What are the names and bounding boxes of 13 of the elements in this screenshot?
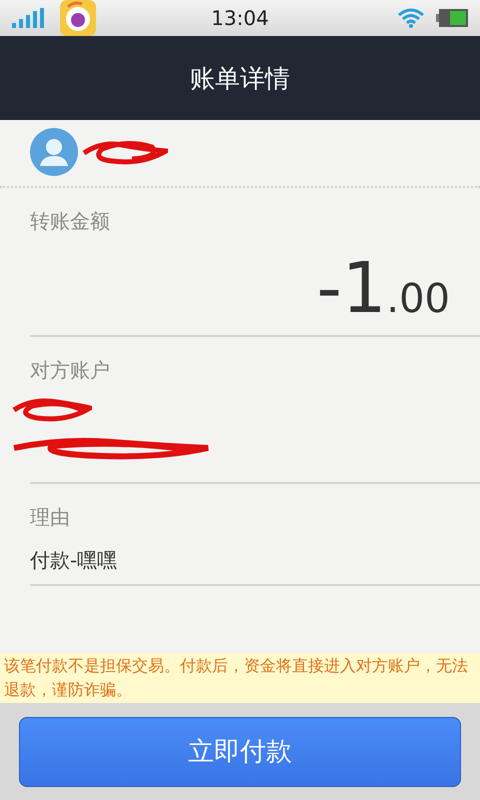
battery-icon bbox=[436, 9, 468, 27]
status-time: 13:04 bbox=[211, 6, 269, 30]
camera-app-icon[interactable] bbox=[60, 0, 96, 36]
field-label: 转账金额 bbox=[30, 208, 111, 235]
amount-value: -1.00 bbox=[316, 253, 450, 323]
field-label: 对方账户 bbox=[30, 357, 111, 384]
pay-button[interactable]: 立即付款 bbox=[19, 716, 461, 786]
field-label: 理由 bbox=[30, 504, 71, 531]
page-title: 账单详情 bbox=[190, 62, 290, 94]
warning-notice: 该笔付款不是担保交易。付款后，资金将直接进入对方账户，无法退款，谨防诈骗。 bbox=[0, 653, 480, 703]
wifi-icon bbox=[398, 8, 424, 28]
field-value: 付款-嘿嘿 bbox=[30, 547, 118, 574]
avatar-icon bbox=[30, 128, 78, 176]
